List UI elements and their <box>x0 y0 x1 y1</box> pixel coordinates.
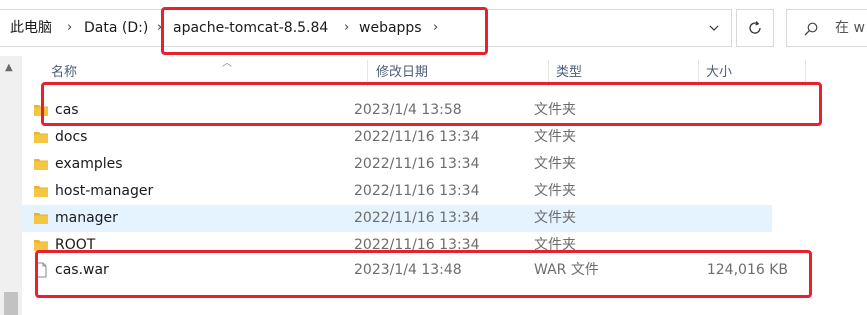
breadcrumb-chevron-icon[interactable]: › <box>344 9 349 47</box>
file-row[interactable]: cas.war 2023/1/4 13:48 WAR 文件 124,016 KB <box>22 257 788 284</box>
file-type: 文件夹 <box>534 156 576 172</box>
column-header-name[interactable]: 名称 <box>51 58 77 86</box>
breadcrumb-chevron-icon[interactable]: › <box>67 9 72 47</box>
file-name: examples <box>55 156 123 172</box>
column-header-row: ︿ 名称 修改日期 类型 大小 <box>22 58 867 86</box>
folder-row[interactable]: examples 2022/11/16 13:34 文件夹 <box>22 151 772 178</box>
column-divider[interactable] <box>698 60 699 86</box>
file-modified-date: 2023/1/4 13:48 <box>354 262 462 278</box>
folder-icon <box>34 105 48 116</box>
refresh-icon <box>749 21 761 34</box>
file-name: cas.war <box>55 262 109 278</box>
refresh-button[interactable] <box>736 9 774 47</box>
file-size <box>686 205 788 232</box>
folder-icon <box>34 240 48 251</box>
folder-row[interactable]: host-manager 2022/11/16 13:34 文件夹 <box>22 178 772 205</box>
file-size <box>686 124 788 151</box>
file-size: 124,016 KB <box>706 262 788 278</box>
column-header-date[interactable]: 修改日期 <box>376 58 428 86</box>
breadcrumb-chevron-icon[interactable]: › <box>157 9 162 47</box>
column-divider[interactable] <box>548 60 549 86</box>
folder-row[interactable]: ROOT 2022/11/16 13:34 文件夹 <box>22 232 772 259</box>
file-name: manager <box>55 210 118 226</box>
file-name: host-manager <box>55 183 154 199</box>
folder-row[interactable]: cas 2023/1/4 13:58 文件夹 <box>22 97 772 124</box>
search-placeholder: 在 w <box>835 20 865 36</box>
breadcrumb-this-pc[interactable]: 此电脑 <box>10 9 52 47</box>
file-type: 文件夹 <box>534 129 576 145</box>
file-type: 文件夹 <box>534 237 576 253</box>
file-type: 文件夹 <box>534 210 576 226</box>
file-modified-date: 2022/11/16 13:34 <box>354 129 480 145</box>
column-header-type[interactable]: 类型 <box>556 58 582 86</box>
folder-row[interactable]: docs 2022/11/16 13:34 文件夹 <box>22 124 772 151</box>
file-name: cas <box>55 102 79 118</box>
breadcrumb-tomcat[interactable]: apache-tomcat-8.5.84 <box>173 9 328 47</box>
chevron-down-icon <box>709 25 719 31</box>
breadcrumb-drive[interactable]: Data (D:) <box>84 9 148 47</box>
folder-icon <box>34 186 48 197</box>
folder-icon <box>34 159 48 170</box>
search-icon <box>804 22 818 36</box>
file-type: 文件夹 <box>534 183 576 199</box>
file-modified-date: 2022/11/16 13:34 <box>354 237 480 253</box>
column-divider[interactable] <box>805 60 806 86</box>
search-input[interactable]: 在 w <box>786 9 867 47</box>
file-size <box>686 97 788 124</box>
scrollbar-thumb[interactable] <box>4 292 18 315</box>
breadcrumb-webapps[interactable]: webapps <box>359 9 422 47</box>
column-divider[interactable] <box>367 60 368 86</box>
folder-row[interactable]: manager 2022/11/16 13:34 文件夹 <box>22 205 772 232</box>
file-type: 文件夹 <box>534 102 576 118</box>
breadcrumb-chevron-icon[interactable]: › <box>433 9 438 47</box>
file-size <box>686 232 788 259</box>
file-modified-date: 2022/11/16 13:34 <box>354 210 480 226</box>
address-history-button[interactable] <box>700 14 728 42</box>
file-name: docs <box>55 129 88 145</box>
file-size <box>686 178 788 205</box>
folder-icon <box>34 213 48 224</box>
file-type: WAR 文件 <box>534 262 599 278</box>
address-bar-row: 此电脑 › Data (D:) › apache-tomcat-8.5.84 ›… <box>0 0 867 56</box>
scroll-up-arrow-icon[interactable]: ▲ <box>5 62 13 73</box>
file-modified-date: 2022/11/16 13:34 <box>354 156 480 172</box>
vertical-scrollbar[interactable]: ▲ <box>0 56 22 315</box>
sort-ascending-icon: ︿ <box>222 58 232 69</box>
column-header-size[interactable]: 大小 <box>706 58 732 86</box>
file-size <box>686 151 788 178</box>
folder-icon <box>34 132 48 143</box>
file-icon <box>35 262 47 278</box>
file-name: ROOT <box>55 237 96 253</box>
file-modified-date: 2022/11/16 13:34 <box>354 183 480 199</box>
file-modified-date: 2023/1/4 13:58 <box>354 102 462 118</box>
